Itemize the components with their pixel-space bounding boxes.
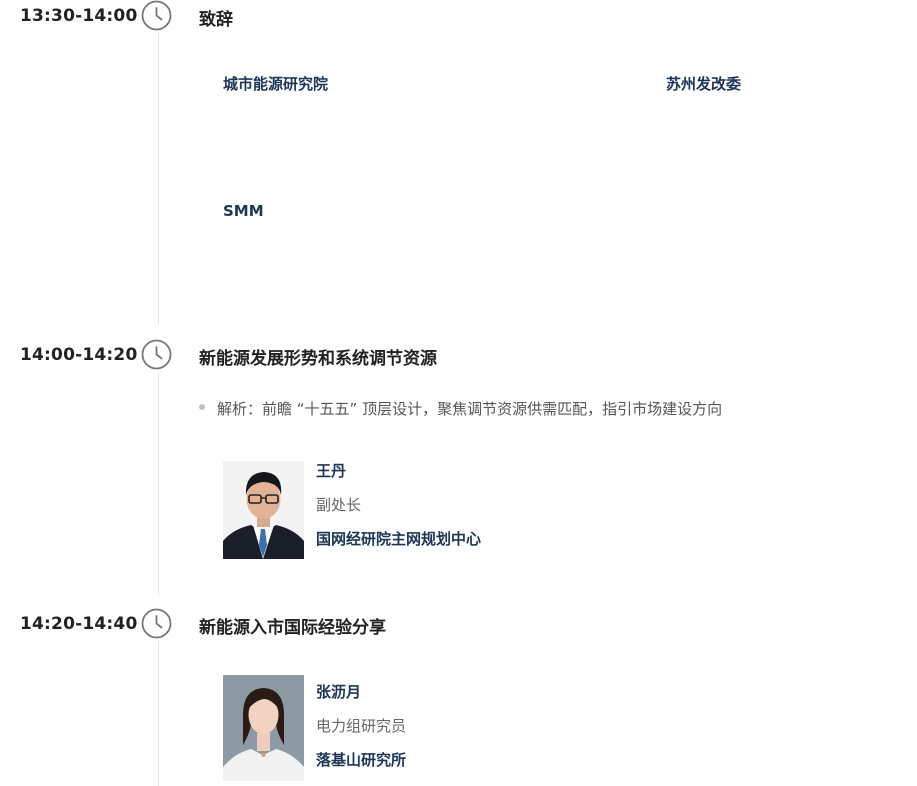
organizer-name: SMM — [223, 202, 264, 220]
timeline-line — [158, 34, 159, 324]
timeline-line — [158, 642, 159, 786]
speaker-photo — [223, 461, 304, 559]
clock-icon — [141, 0, 172, 31]
session-time: 14:20-14:40 — [20, 614, 138, 634]
session-time: 14:00-14:20 — [20, 345, 138, 365]
speaker-organization: 国网经研院主网规划中心 — [316, 530, 482, 548]
speaker-name: 王丹 — [316, 462, 347, 480]
session-title: 新能源入市国际经验分享 — [199, 618, 386, 638]
speaker-photo — [223, 675, 304, 781]
speaker-organization: 落基山研究所 — [316, 751, 407, 769]
timeline-line — [158, 373, 159, 595]
bullet-dot — [199, 404, 205, 410]
speaker-name: 张沥月 — [316, 683, 362, 701]
session-time: 13:30-14:00 — [20, 6, 138, 26]
speaker-role: 电力组研究员 — [316, 717, 407, 735]
speaker-role: 副处长 — [316, 496, 362, 514]
session-description: 解析：前瞻 “十五五” 顶层设计，聚焦调节资源供需匹配，指引市场建设方向 — [217, 400, 723, 418]
session-title: 致辞 — [199, 10, 233, 30]
organizer-name: 苏州发改委 — [666, 75, 742, 93]
clock-icon — [141, 339, 172, 370]
session-title: 新能源发展形势和系统调节资源 — [199, 349, 437, 369]
clock-icon — [141, 608, 172, 639]
organizer-name: 城市能源研究院 — [223, 75, 329, 93]
